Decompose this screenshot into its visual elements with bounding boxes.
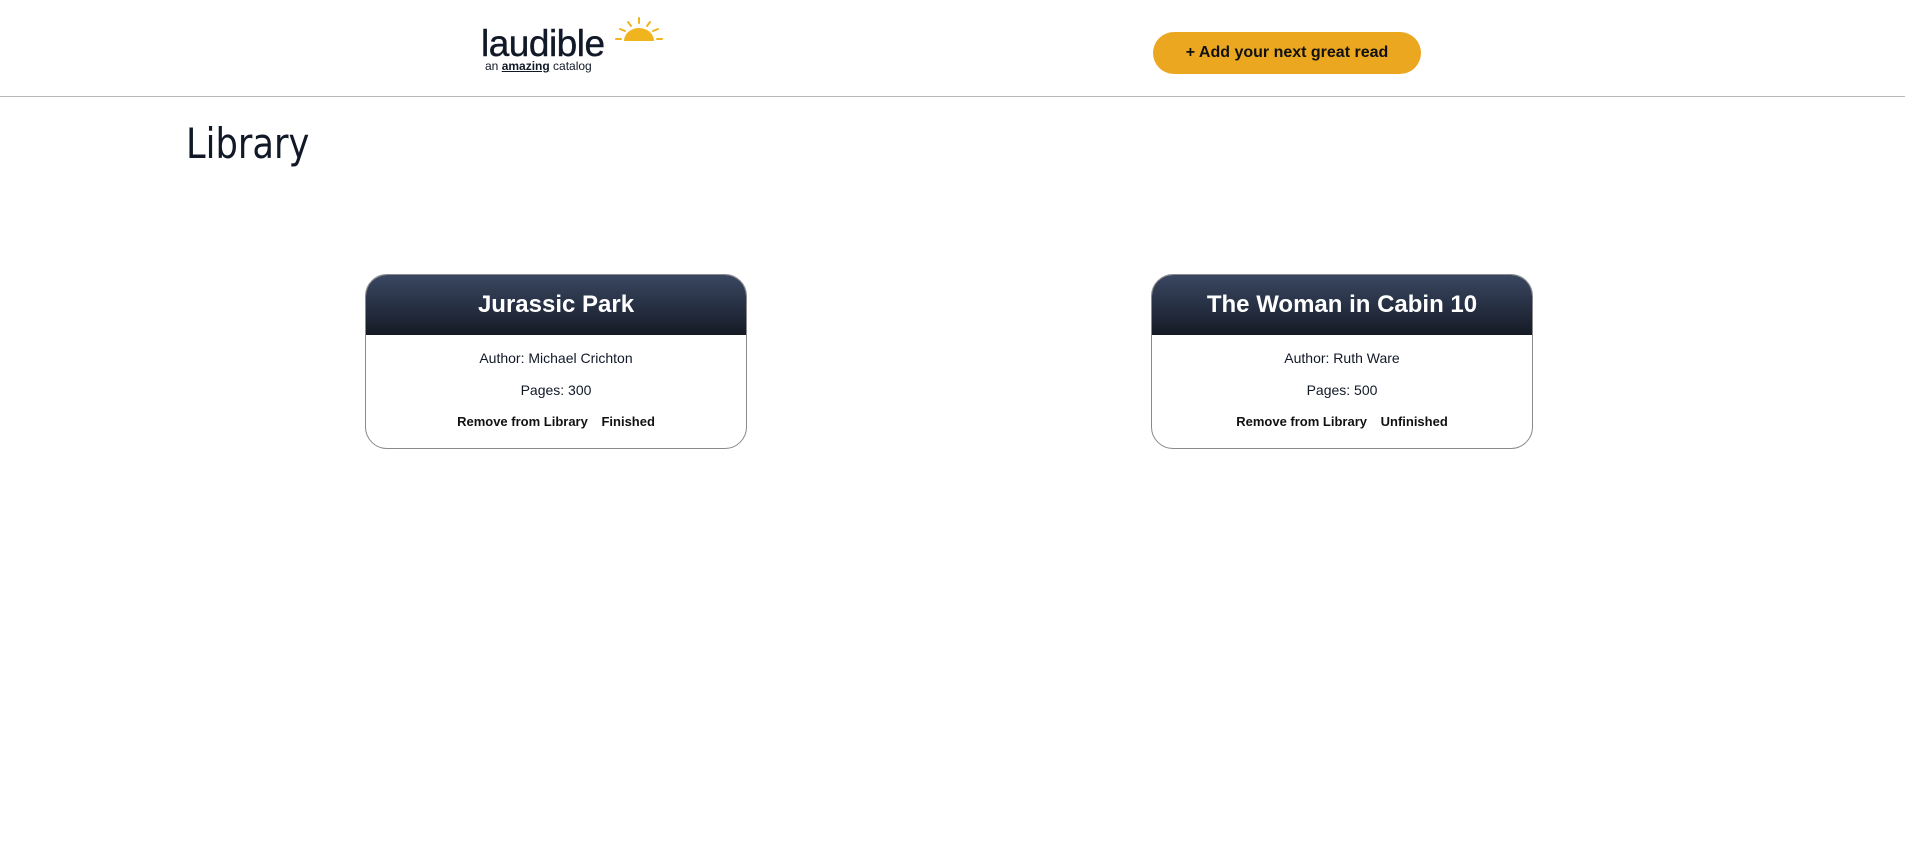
- page-title: Library: [186, 119, 310, 168]
- book-card: Jurassic Park Author: Michael Crichton P…: [365, 274, 747, 449]
- site-header: laudible an amazing catalog + Add your n…: [0, 0, 1905, 97]
- book-author: Author: Michael Crichton: [479, 350, 633, 366]
- book-pages: Pages: 500: [1306, 382, 1378, 398]
- book-author: Author: Ruth Ware: [1284, 350, 1400, 366]
- remove-from-library-button[interactable]: Remove from Library: [457, 414, 588, 429]
- reading-status-toggle[interactable]: Unfinished: [1381, 414, 1448, 429]
- tagline-emphasis: amazing: [501, 59, 550, 73]
- sun-icon: [615, 17, 663, 41]
- book-actions: Remove from Library Finished: [366, 413, 746, 431]
- reading-status-toggle[interactable]: Finished: [601, 414, 654, 429]
- logo-wordmark: laudible: [481, 23, 605, 64]
- book-title: Jurassic Park: [366, 275, 746, 335]
- tagline-prefix: an: [485, 59, 502, 73]
- book-pages: Pages: 300: [520, 382, 592, 398]
- logo-tagline: an amazing catalog: [485, 59, 592, 73]
- home-logo-link[interactable]: laudible an amazing catalog: [481, 17, 671, 76]
- book-card: The Woman in Cabin 10 Author: Ruth Ware …: [1151, 274, 1533, 449]
- add-book-button[interactable]: + Add your next great read: [1153, 32, 1421, 74]
- book-title: The Woman in Cabin 10: [1152, 275, 1532, 335]
- tagline-suffix: catalog: [549, 59, 592, 73]
- book-actions: Remove from Library Unfinished: [1152, 413, 1532, 431]
- remove-from-library-button[interactable]: Remove from Library: [1236, 414, 1367, 429]
